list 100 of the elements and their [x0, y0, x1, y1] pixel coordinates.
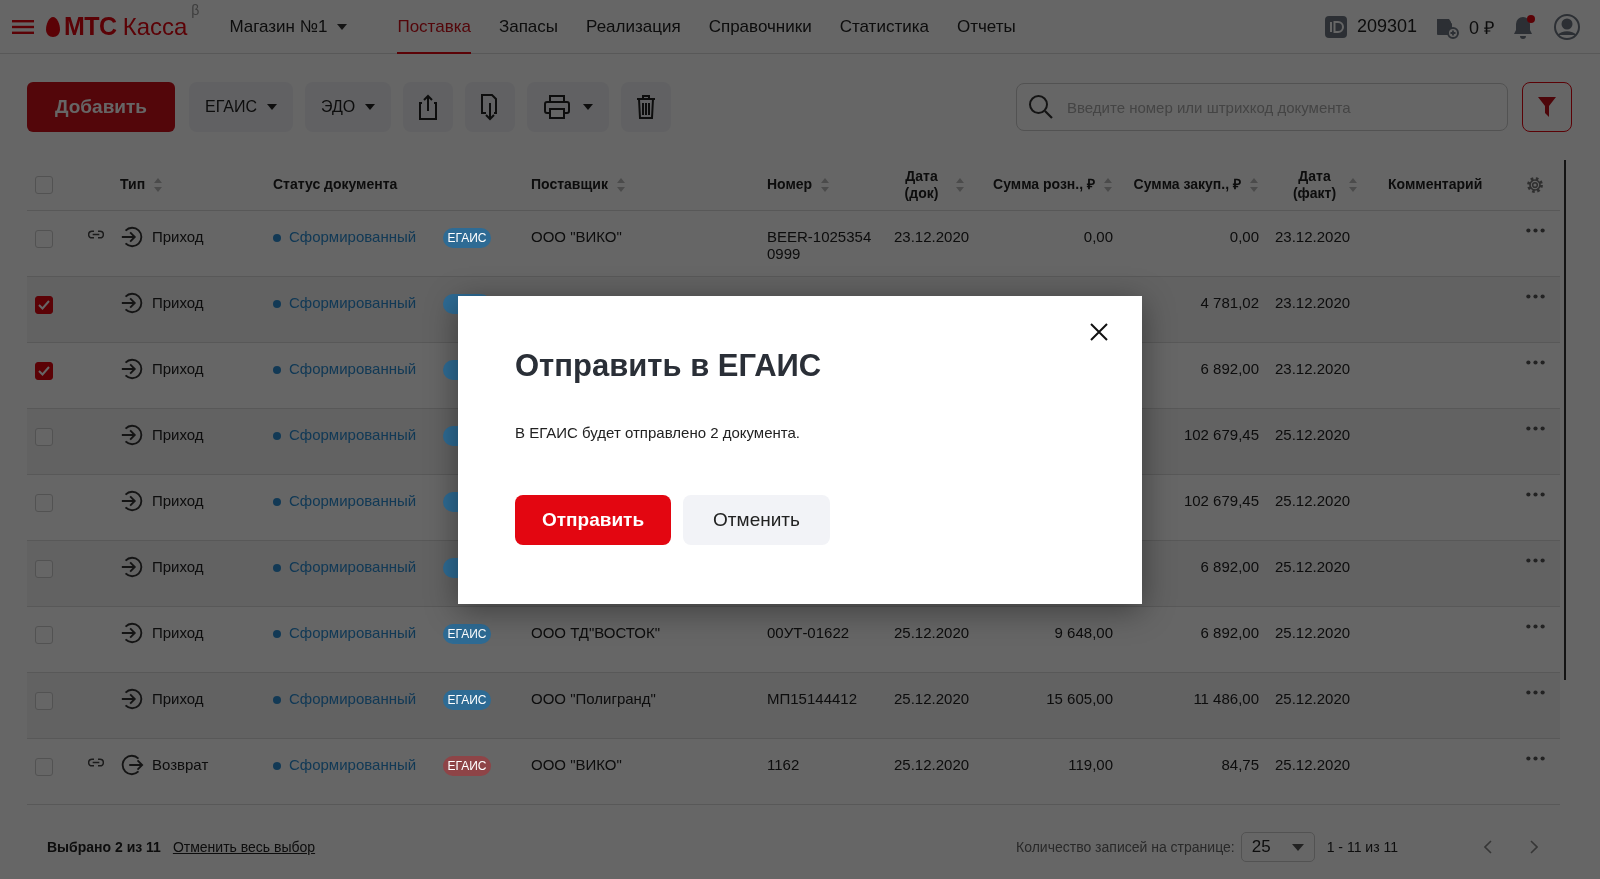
nav-tab[interactable]: Реализация [586, 0, 681, 54]
table-cell: ООО ТД"ВОСТОК" [531, 624, 661, 641]
sort-icon[interactable] [1249, 177, 1259, 193]
sort-icon[interactable] [954, 177, 965, 193]
sort-icon[interactable] [615, 177, 626, 193]
per-page-select[interactable]: 25 [1240, 832, 1315, 862]
table-cell: 25.12.2020 [1275, 690, 1351, 707]
sort-icon[interactable] [820, 177, 831, 193]
status-link[interactable]: Сформированный [289, 558, 417, 575]
table-cell: 1162 [767, 756, 800, 774]
scrollbar[interactable] [1564, 160, 1566, 680]
nav-tab[interactable]: Запасы [498, 0, 559, 54]
table-cell: Приход [152, 624, 204, 641]
status-dot [273, 696, 281, 704]
sort-icon[interactable] [153, 177, 164, 193]
table-cell: Приход [152, 228, 204, 245]
cancel-button[interactable]: Отменить [683, 495, 830, 545]
status-dot [273, 432, 281, 440]
table-cell: 119,00 [1068, 756, 1113, 773]
status-dot [273, 366, 281, 374]
table-cell: Приход [152, 492, 204, 509]
sort-icon[interactable] [1103, 177, 1113, 193]
menu-icon[interactable] [12, 19, 34, 34]
sort-icon[interactable] [1347, 177, 1358, 193]
status-dot [273, 300, 281, 308]
column-header: Тип [120, 176, 146, 194]
egais-tag: ЕГАИС [443, 756, 491, 776]
import-button[interactable] [465, 82, 516, 132]
table-cell: 25.12.2020 [894, 690, 970, 707]
more-icon[interactable] [1525, 228, 1545, 233]
nav-tab[interactable]: Поставка [397, 0, 471, 54]
status-link[interactable]: Сформированный [289, 426, 417, 443]
clear-selection-link[interactable]: Отменить весь выбор [172, 839, 316, 855]
column-header: Комментарий [1388, 176, 1483, 194]
status-link[interactable]: Сформированный [289, 624, 417, 641]
more-icon[interactable] [1525, 426, 1545, 431]
table-cell: 15 605,00 [1046, 690, 1113, 707]
nav-tab[interactable]: Статистика [839, 0, 929, 54]
printer-icon [543, 94, 572, 120]
next-page-icon[interactable] [1530, 840, 1538, 854]
caret-icon [267, 104, 278, 110]
status-link[interactable]: Сформированный [289, 492, 417, 509]
export-button[interactable] [403, 82, 454, 132]
print-button[interactable] [527, 82, 610, 132]
table-cell: 4 781,02 [1200, 294, 1259, 311]
table-cell: 25.12.2020 [1275, 426, 1351, 443]
column-header: Дата (факт) [1291, 167, 1338, 203]
page-range: 1 - 11 из 11 [1326, 839, 1398, 855]
egais-tag: ЕГАИС [443, 228, 491, 248]
send-button[interactable]: Отправить [515, 495, 672, 545]
dialog-message: В ЕГАИС будет отправлено 2 документа. [515, 424, 801, 441]
previous-page-icon[interactable] [1484, 840, 1492, 854]
bell-icon[interactable] [1512, 14, 1534, 39]
delete-button[interactable] [621, 82, 672, 132]
more-icon[interactable] [1525, 756, 1545, 761]
upload-icon [418, 93, 439, 121]
egais-tag: ЕГАИС [443, 690, 491, 710]
nav-tab[interactable]: Справочники [708, 0, 812, 54]
status-link[interactable]: Сформированный [289, 228, 417, 245]
table-cell: 0,00 [1083, 228, 1113, 245]
status-link[interactable]: Сформированный [289, 756, 417, 773]
store-selector[interactable]: Магазин №1 [229, 16, 348, 37]
table-cell: 23.12.2020 [1275, 228, 1351, 245]
avatar-icon[interactable] [1554, 13, 1580, 40]
more-icon[interactable] [1525, 690, 1545, 695]
caret-icon [1291, 843, 1304, 851]
table-cell: 25.12.2020 [1275, 558, 1351, 575]
table-cell: 25.12.2020 [1275, 492, 1351, 509]
status-link[interactable]: Сформированный [289, 360, 417, 377]
table-cell: МП15144412 [767, 690, 857, 708]
more-icon[interactable] [1525, 492, 1545, 497]
column-header: Поставщик [531, 176, 608, 194]
more-icon[interactable] [1525, 624, 1545, 629]
search-icon [1028, 94, 1054, 120]
caret-icon [583, 104, 594, 110]
filter-button[interactable] [1522, 82, 1572, 132]
more-icon[interactable] [1525, 558, 1545, 563]
dropdown-button[interactable]: ЕГАИС [189, 82, 294, 132]
column-header: Сумма розн., ₽ [993, 176, 1095, 194]
table-cell: Приход [152, 360, 204, 377]
table-cell: 25.12.2020 [1275, 624, 1351, 641]
nav-tab[interactable]: Отчеты [956, 0, 1016, 54]
column-header: Статус документа [273, 176, 398, 194]
table-cell: 6 892,00 [1200, 360, 1259, 377]
more-icon[interactable] [1525, 294, 1545, 299]
settings-icon[interactable] [1525, 175, 1545, 195]
dropdown-button[interactable]: ЭДО [305, 82, 392, 132]
logo-brand: МТС [64, 12, 117, 41]
per-page-label: Количество записей на странице: [1016, 839, 1235, 855]
row-checkbox[interactable] [35, 296, 53, 314]
table-cell: Приход [152, 426, 204, 443]
status-link[interactable]: Сформированный [289, 294, 417, 311]
close-icon[interactable] [1090, 323, 1108, 341]
row-checkbox[interactable] [35, 362, 53, 380]
table-cell: 00УТ-01622 [767, 624, 850, 642]
table-cell: 84,75 [1221, 756, 1259, 773]
caret-icon [365, 104, 376, 110]
more-icon[interactable] [1525, 360, 1545, 365]
add-button[interactable]: Добавить [27, 82, 176, 132]
status-link[interactable]: Сформированный [289, 690, 417, 707]
